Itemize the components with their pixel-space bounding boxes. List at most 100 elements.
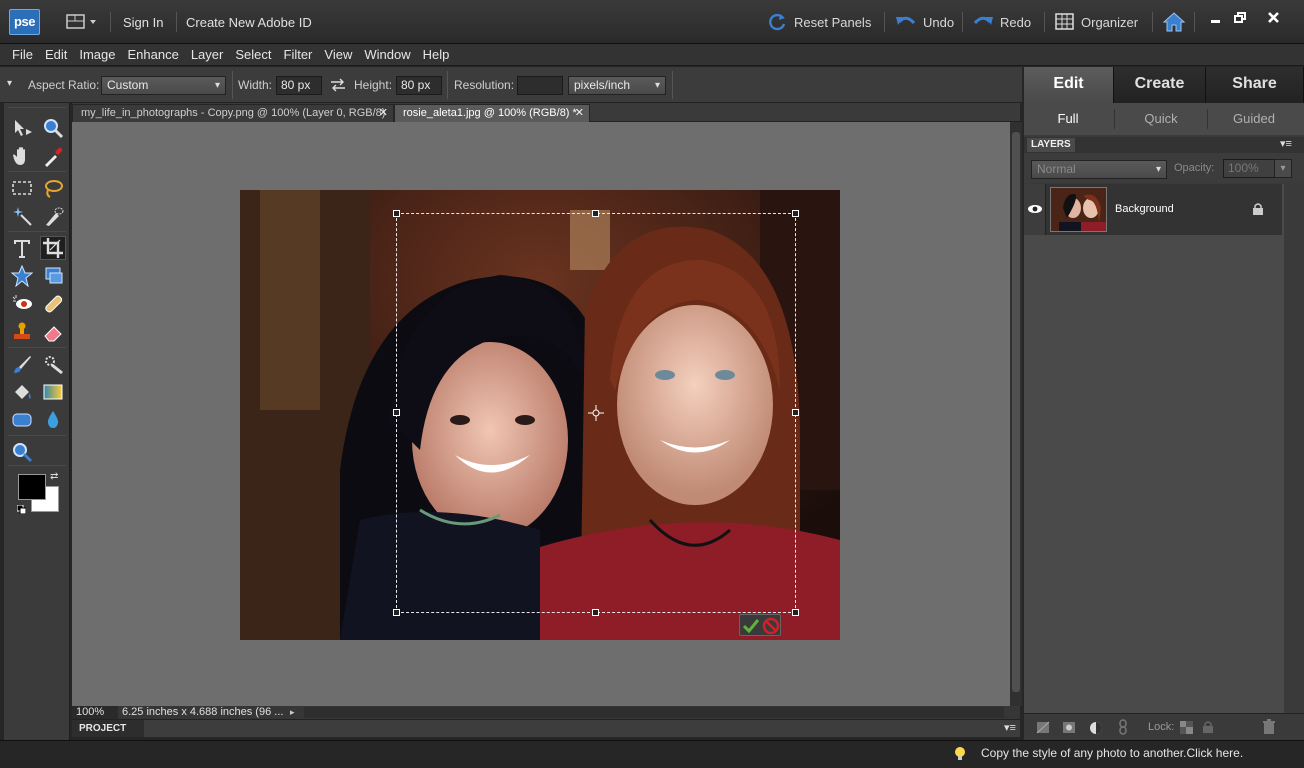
bin-menu-icon[interactable]: ▾≡ [1004,721,1016,734]
zoom-level[interactable]: 100% [72,706,118,719]
tab-document-2[interactable]: rosie_aleta1.jpg @ 100% (RGB/8) * ✕ [394,104,590,122]
lock-transparent-icon[interactable] [1180,721,1193,734]
undo-button[interactable]: Undo [895,11,954,33]
tip-link[interactable]: Copy the style of any photo to another.C… [981,746,1243,760]
paint-bucket-tool[interactable] [9,380,35,404]
resolution-unit-select[interactable]: pixels/inch [568,76,666,95]
layer-visibility-toggle[interactable] [1024,184,1046,235]
mode-quick[interactable]: Quick [1116,105,1206,133]
blend-mode-select[interactable]: Normal [1031,160,1167,179]
close-tab-icon[interactable]: ✕ [379,105,388,122]
menu-filter[interactable]: Filter [278,44,319,65]
menu-edit[interactable]: Edit [39,44,73,65]
tab-edit[interactable]: Edit [1024,67,1114,103]
resolution-field[interactable] [517,76,563,95]
crop-tool[interactable] [40,236,66,260]
opacity-field[interactable]: 100% [1223,159,1275,178]
crop-handle-bottom[interactable] [592,609,599,616]
menu-layer[interactable]: Layer [185,44,230,65]
eyedropper-tool[interactable] [40,144,66,168]
custom-shape-tool[interactable] [9,264,35,288]
mode-full[interactable]: Full [1024,105,1112,133]
tab-document-1[interactable]: my_life_in_photographs - Copy.png @ 100%… [72,104,394,122]
crop-handle-right[interactable] [792,409,799,416]
menu-file[interactable]: File [6,44,39,65]
menu-window[interactable]: Window [358,44,416,65]
layers-scrollbar[interactable] [1284,184,1298,714]
scroll-thumb[interactable] [1012,132,1020,692]
default-colors-icon[interactable] [16,503,27,515]
commit-check-icon[interactable] [741,616,761,636]
menu-view[interactable]: View [318,44,358,65]
workspace-layout-button[interactable] [66,13,100,31]
width-field[interactable]: 80 px [276,76,322,95]
close-tab-icon[interactable]: ✕ [575,105,584,122]
crop-handle-top-left[interactable] [393,210,400,217]
create-adobe-id-link[interactable]: Create New Adobe ID [186,15,312,30]
layers-title[interactable]: LAYERS [1027,138,1075,152]
crop-handle-top[interactable] [592,210,599,217]
tab-share[interactable]: Share [1206,67,1304,103]
home-button[interactable] [1162,11,1186,33]
height-field[interactable]: 80 px [396,76,442,95]
swap-dimensions-button[interactable] [328,76,348,94]
document-info[interactable]: 6.25 inches x 4.688 inches (96 ... [122,706,292,719]
red-eye-tool[interactable] [9,292,35,316]
eraser-tool[interactable] [40,320,66,344]
blur-tool[interactable] [40,408,66,432]
link-layers-icon[interactable] [1118,719,1128,735]
cancel-icon[interactable] [761,616,781,636]
zoom-tool[interactable] [40,116,66,140]
horizontal-scrollbar[interactable] [304,707,1004,718]
lock-all-icon[interactable] [1202,720,1214,734]
marquee-icon [12,181,32,195]
menu-select[interactable]: Select [229,44,277,65]
aspect-ratio-select[interactable]: Custom [101,76,226,95]
layer-row-background[interactable]: Background [1024,184,1282,235]
gradient-tool[interactable] [40,380,66,404]
mode-guided[interactable]: Guided [1208,105,1300,133]
restore-button[interactable] [1229,8,1253,28]
cookie-cutter-tool[interactable] [40,264,66,288]
brush-tool[interactable] [9,352,35,376]
layer-mask-icon[interactable] [1062,721,1076,734]
sign-in-link[interactable]: Sign In [123,15,163,30]
rectangle-shape-tool[interactable] [9,408,35,432]
reset-panels-button[interactable]: Reset Panels [768,11,871,33]
tab-create[interactable]: Create [1114,67,1206,103]
menu-enhance[interactable]: Enhance [122,44,185,65]
crop-handle-left[interactable] [393,409,400,416]
menu-help[interactable]: Help [417,44,456,65]
hand-tool[interactable] [9,144,35,168]
healing-brush-tool[interactable] [40,292,66,316]
info-menu-arrow-icon[interactable]: ▸ [290,706,295,719]
magic-wand-tool[interactable] [9,204,35,228]
type-tool[interactable] [9,236,35,260]
project-bin-tab[interactable]: PROJECT BIN [72,720,144,751]
opacity-arrow-icon[interactable]: ▾ [1274,159,1292,178]
quick-selection-tool[interactable] [40,204,66,228]
move-tool[interactable] [9,116,35,140]
swap-colors-icon[interactable]: ⇄ [50,471,58,482]
crop-handle-top-right[interactable] [792,210,799,217]
adjustment-layer-icon[interactable] [1089,721,1103,735]
redo-button[interactable]: Redo [972,11,1031,33]
crop-handle-bottom-left[interactable] [393,609,400,616]
clone-stamp-tool[interactable] [9,320,35,344]
rectangular-marquee-tool[interactable] [9,176,35,200]
trash-icon[interactable] [1262,719,1276,734]
organizer-button[interactable]: Organizer [1055,11,1138,33]
menu-image[interactable]: Image [73,44,121,65]
crop-handle-bottom-right[interactable] [792,609,799,616]
layers-menu-icon[interactable]: ▾≡ [1280,137,1292,150]
close-window-button[interactable] [1262,8,1286,28]
minimize-button[interactable] [1204,8,1228,28]
foreground-color-swatch[interactable] [18,474,46,500]
lasso-tool[interactable] [40,176,66,200]
vertical-scrollbar[interactable] [1010,122,1022,706]
smart-brush-tool[interactable] [40,352,66,376]
eyedropper-icon [45,147,62,167]
sponge-tool[interactable] [9,440,35,464]
options-menu-arrow-icon[interactable]: ▾ [7,78,12,89]
new-layer-icon[interactable] [1036,721,1050,734]
